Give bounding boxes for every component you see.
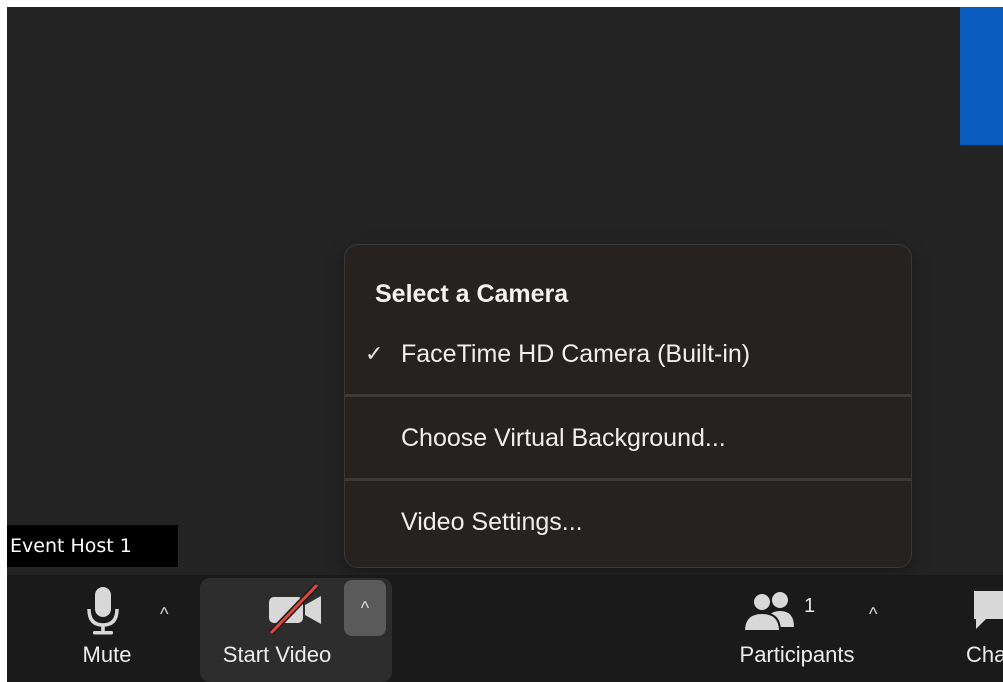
menu-item-label: Choose Virtual Background... — [401, 424, 726, 452]
start-video-button[interactable]: Start Video — [207, 575, 347, 682]
menu-item-label: Video Settings... — [401, 508, 583, 536]
participant-name: Event Host 1 — [10, 535, 132, 557]
checkmark-icon: ✓ — [365, 341, 384, 366]
start-video-label: Start Video — [222, 642, 332, 667]
menu-divider — [345, 478, 911, 481]
participants-count: 1 — [804, 595, 816, 617]
menu-item-video-settings[interactable]: Video Settings... — [345, 499, 911, 545]
menu-item-virtual-background[interactable]: Choose Virtual Background... — [345, 415, 911, 461]
chat-icon — [974, 591, 1003, 629]
participant-name-tag: Event Host 1 — [7, 525, 178, 567]
camera-menu: Select a Camera ✓ FaceTime HD Camera (Bu… — [344, 244, 912, 568]
mute-button[interactable]: Mute — [47, 575, 167, 682]
microphone-icon — [87, 587, 119, 635]
menu-divider — [345, 394, 911, 397]
participants-icon — [742, 592, 794, 631]
chat-button[interactable]: Cha — [962, 575, 1003, 682]
video-tile-edge — [960, 7, 1003, 145]
chevron-up-icon: ^ — [360, 598, 370, 618]
participants-label: Participants — [739, 642, 855, 667]
audio-options-caret-icon[interactable]: ^ — [160, 605, 168, 623]
participants-caret-icon[interactable]: ^ — [869, 605, 877, 623]
video-off-icon — [268, 583, 321, 635]
video-options-caret-button[interactable]: ^ — [344, 580, 386, 636]
chat-label: Cha — [966, 642, 1003, 667]
meeting-toolbar: Mute ^ Start Video ^ 1 Participants ^ Ch… — [7, 575, 1003, 682]
participants-button[interactable]: 1 Participants — [712, 575, 882, 682]
menu-item-facetime-camera[interactable]: ✓ FaceTime HD Camera (Built-in) — [345, 331, 911, 377]
mute-label: Mute — [82, 642, 132, 667]
menu-item-label: FaceTime HD Camera (Built-in) — [401, 340, 751, 368]
menu-heading: Select a Camera — [375, 280, 569, 308]
